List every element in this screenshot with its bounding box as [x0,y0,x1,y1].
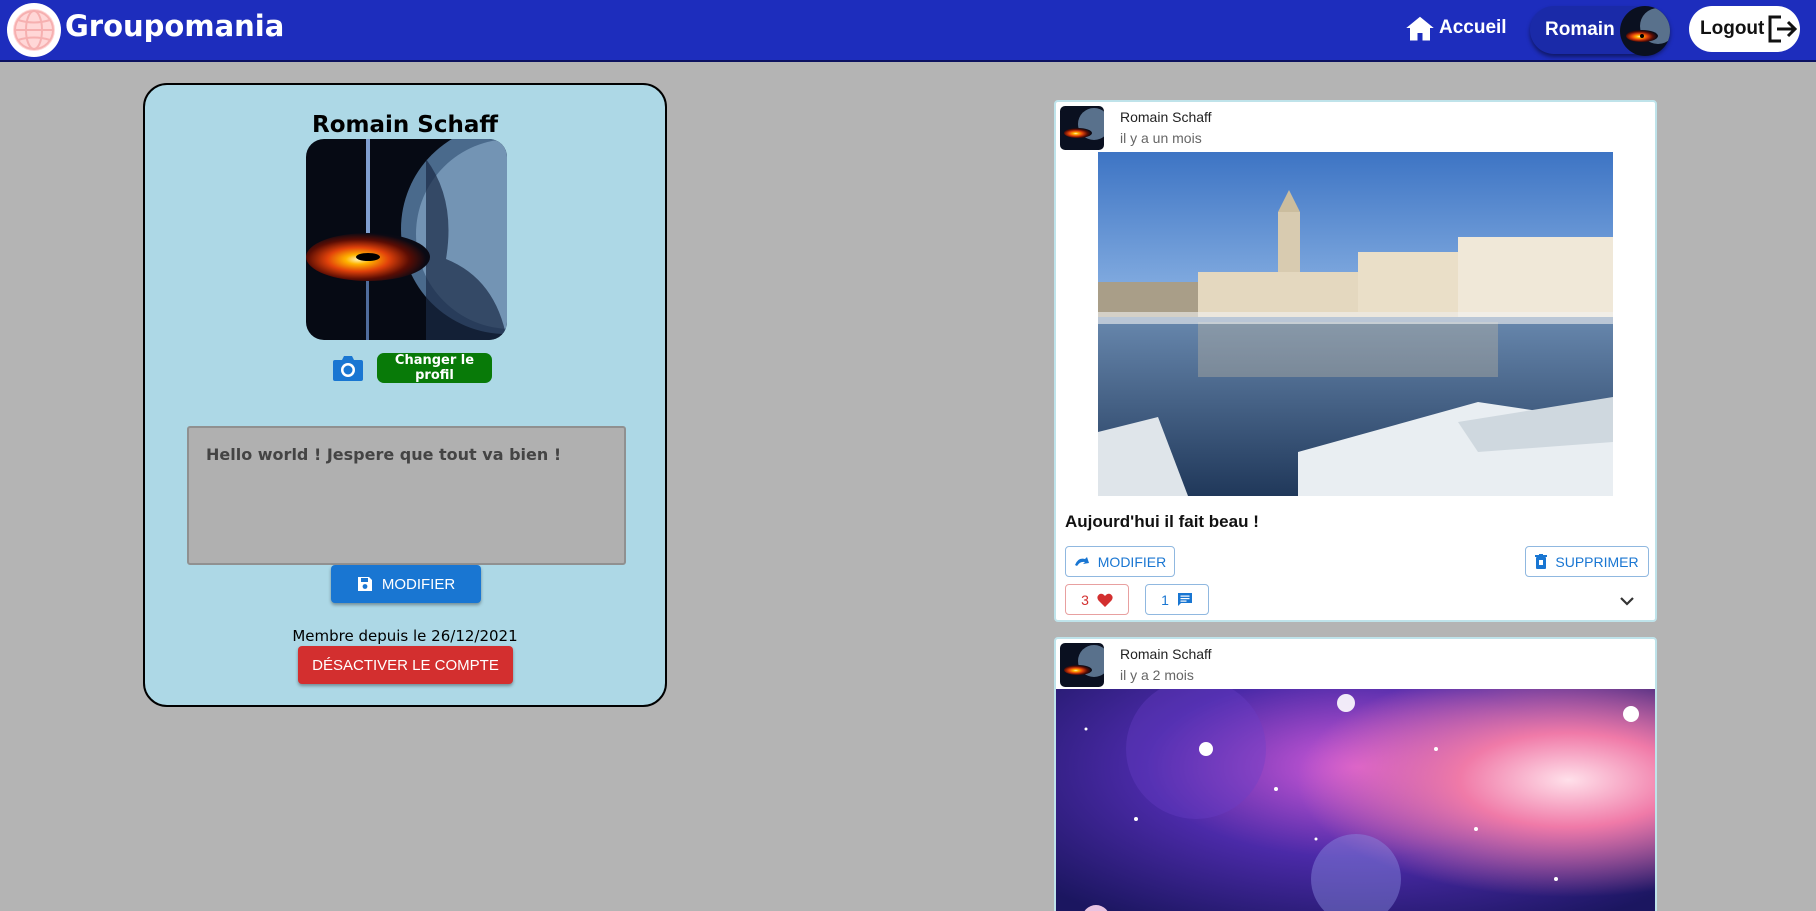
delete-post-button[interactable]: SUPPRIMER [1525,546,1649,577]
trash-icon [1535,554,1548,569]
like-count: 3 [1081,591,1089,608]
post-caption: Aujourd'hui il fait beau ! [1065,512,1259,531]
post-author-avatar [1060,106,1104,150]
post-image [1056,689,1655,911]
post-image [1098,152,1613,496]
comments-button[interactable]: 1 [1145,584,1209,615]
heart-icon [1097,593,1113,607]
edit-post-label: MODIFIER [1097,553,1167,570]
save-label: MODIFIER [381,575,456,593]
chevron-down-icon[interactable] [1616,590,1638,612]
top-navigation-bar: Groupomania Accueil Romain Logout [0,0,1816,62]
logout-icon [1768,15,1798,43]
post-card: Romain Schaff il y a 2 mois [1054,637,1657,911]
deactivate-account-button[interactable]: DÉSACTIVER LE COMPTE [298,646,513,684]
post-author-avatar [1060,643,1104,687]
post-card: Romain Schaff il y a un mois Aujourd'hui… [1054,100,1657,622]
camera-icon[interactable] [332,353,364,383]
globe-icon [13,9,55,51]
nav-user-label: Romain [1545,19,1615,40]
logout-button[interactable]: Logout [1689,6,1800,52]
profile-name: Romain Schaff [312,112,498,138]
post-author[interactable]: Romain Schaff [1120,646,1212,662]
profile-card: Romain Schaff Changer le profil Hello wo… [143,83,667,707]
member-since-text: Membre depuis le 26/12/2021 [292,627,518,645]
change-profile-picture-button[interactable]: Changer le profil [377,353,492,383]
post-date: il y a un mois [1120,130,1202,146]
nav-home-label: Accueil [1439,17,1507,38]
edit-post-button[interactable]: MODIFIER [1065,546,1175,577]
post-date: il y a 2 mois [1120,667,1194,683]
post-author[interactable]: Romain Schaff [1120,109,1212,125]
edit-icon [1074,556,1089,566]
comment-count: 1 [1161,591,1169,608]
nav-user-profile-link[interactable]: Romain [1530,6,1670,56]
comment-icon [1177,593,1192,606]
groupomania-logo[interactable] [7,3,61,57]
bio-textarea[interactable]: Hello world ! Jespere que tout va bien ! [187,426,626,565]
home-icon [1406,16,1434,41]
brand-name[interactable]: Groupomania [65,9,284,43]
like-button[interactable]: 3 [1065,584,1129,615]
save-profile-button[interactable]: MODIFIER [331,565,481,603]
user-avatar [1620,6,1670,56]
nav-home-link[interactable]: Accueil [1405,14,1507,42]
logout-label: Logout [1700,18,1765,39]
delete-post-label: SUPPRIMER [1555,553,1639,570]
save-icon [357,577,372,591]
profile-picture [306,139,507,340]
